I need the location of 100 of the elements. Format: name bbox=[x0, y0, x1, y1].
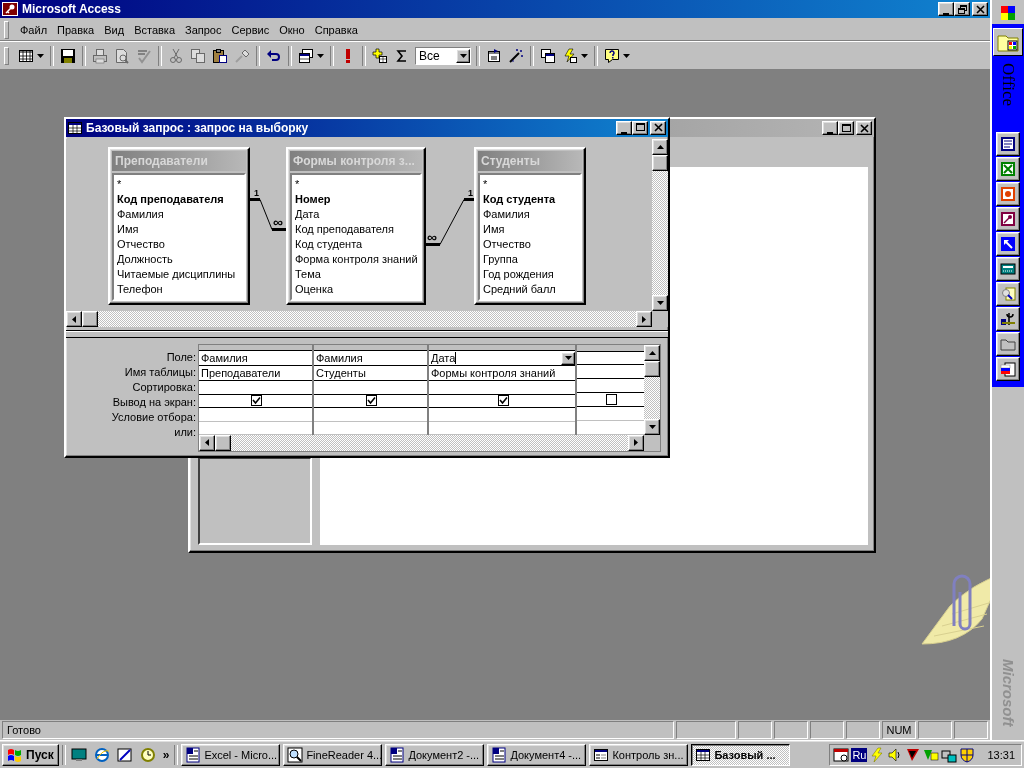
taskbar-button[interactable]: Excel - Micro... bbox=[181, 743, 281, 766]
field-name[interactable]: Код студента bbox=[482, 191, 580, 207]
menu-item[interactable]: Окно bbox=[274, 23, 310, 37]
shortcut-button[interactable] bbox=[996, 307, 1020, 331]
taskbar-button[interactable]: FineReader 4... bbox=[283, 743, 383, 766]
menu-item[interactable]: Вид bbox=[99, 23, 130, 37]
row-label: Поле: bbox=[165, 350, 197, 365]
shortcut-button[interactable] bbox=[996, 132, 1020, 156]
column-selector[interactable] bbox=[314, 345, 427, 352]
antivirus-icon[interactable] bbox=[905, 746, 922, 763]
scroll-up-button[interactable] bbox=[652, 138, 668, 155]
field-name[interactable]: Код преподавателя bbox=[116, 191, 244, 207]
shield-icon[interactable] bbox=[959, 746, 976, 763]
shortcut-button[interactable] bbox=[996, 357, 1020, 381]
menu-item[interactable]: Правка bbox=[52, 23, 100, 37]
start-button[interactable]: Пуск bbox=[2, 743, 59, 766]
grid-cell[interactable]: Преподаватели bbox=[199, 366, 312, 382]
scroll-thumb[interactable] bbox=[82, 311, 98, 328]
scroll-right-button[interactable] bbox=[636, 311, 652, 328]
field-name[interactable]: Отчество bbox=[482, 236, 580, 252]
menu-item[interactable]: Файл bbox=[15, 23, 53, 37]
scroll-down-button[interactable] bbox=[652, 295, 668, 312]
field-name[interactable]: Код студента bbox=[294, 236, 420, 252]
dropdown-button[interactable] bbox=[456, 49, 470, 63]
vertical-scrollbar[interactable] bbox=[652, 138, 668, 312]
shortcut-button[interactable] bbox=[996, 257, 1020, 281]
grid-cell[interactable]: Фамилия bbox=[199, 351, 312, 367]
scroll-left-button[interactable] bbox=[66, 311, 82, 328]
grid-cell[interactable] bbox=[199, 394, 312, 409]
shortcut-button[interactable] bbox=[996, 282, 1020, 306]
field-name[interactable]: Читаемые дисциплины bbox=[116, 266, 244, 282]
field-name[interactable]: Код преподавателя bbox=[294, 221, 420, 237]
field-name[interactable]: Фамилия bbox=[116, 206, 244, 222]
scroll-up-button[interactable] bbox=[644, 345, 660, 361]
field-list-window[interactable]: Студенты * Код студента Фамилия Имя Отчество Группа Год рождения Средний балл bbox=[474, 146, 586, 305]
taskbar-button[interactable]: Документ4 -... bbox=[487, 743, 587, 766]
grid-cell[interactable] bbox=[429, 394, 575, 409]
grid-cell[interactable] bbox=[577, 393, 644, 408]
field-name[interactable]: Имя bbox=[482, 221, 580, 237]
field-name[interactable]: Оценка bbox=[294, 281, 420, 297]
taskbar-button[interactable]: Контроль зн... bbox=[589, 743, 689, 766]
field-name[interactable]: Отчество bbox=[116, 236, 244, 252]
field-name[interactable]: * bbox=[294, 176, 420, 192]
field-name[interactable]: Форма контроля знаний bbox=[294, 251, 420, 267]
shortcut-button[interactable] bbox=[996, 332, 1020, 356]
grid-cell[interactable]: Формы контроля знаний bbox=[429, 366, 575, 382]
shortcut-button[interactable] bbox=[996, 232, 1020, 256]
grid-cell[interactable]: Фамилия bbox=[314, 351, 427, 367]
horizontal-scrollbar[interactable] bbox=[66, 311, 652, 328]
field-name[interactable]: Номер bbox=[294, 191, 420, 207]
checkbox[interactable] bbox=[251, 395, 262, 407]
office-button[interactable] bbox=[993, 28, 1023, 56]
field-name[interactable]: Средний балл bbox=[482, 281, 580, 297]
minimize-button[interactable] bbox=[616, 120, 632, 135]
field-name[interactable]: * bbox=[116, 176, 244, 192]
shortcut-button[interactable] bbox=[996, 207, 1020, 231]
field-name[interactable]: Группа bbox=[482, 251, 580, 267]
field-name[interactable]: * bbox=[482, 176, 580, 192]
column-selector[interactable] bbox=[577, 345, 644, 352]
field-name[interactable]: Дата bbox=[294, 206, 420, 222]
minimize-button[interactable] bbox=[938, 2, 954, 16]
restore-button[interactable] bbox=[954, 2, 970, 16]
field-name[interactable]: Имя bbox=[116, 221, 244, 237]
filter-combo-box[interactable]: Все bbox=[415, 47, 471, 65]
relationship-line[interactable] bbox=[426, 197, 474, 246]
menu-item[interactable]: Вставка bbox=[129, 23, 180, 37]
checkbox[interactable] bbox=[606, 394, 617, 406]
column-selector[interactable] bbox=[199, 345, 312, 352]
checkbox[interactable] bbox=[497, 395, 509, 407]
checkbox[interactable] bbox=[366, 395, 377, 407]
more-button[interactable]: » bbox=[160, 747, 172, 762]
calendar-icon[interactable] bbox=[833, 746, 850, 763]
field-list-window[interactable]: Преподаватели * Код преподавателя Фамилия Имя Отчество Должность Читаемые дисциплины Телефон bbox=[108, 146, 250, 305]
field-name[interactable]: Должность bbox=[116, 251, 244, 267]
field-name[interactable]: Телефон bbox=[116, 281, 244, 297]
menu-item[interactable]: Справка bbox=[309, 23, 363, 37]
field-name[interactable]: Фамилия bbox=[482, 206, 580, 222]
pane-splitter[interactable] bbox=[66, 330, 668, 338]
taskbar-button[interactable]: Базовый ... bbox=[691, 743, 791, 766]
list-box[interactable] bbox=[198, 457, 312, 545]
caret-icon bbox=[564, 356, 572, 361]
vertical-scrollbar[interactable] bbox=[644, 345, 660, 435]
grid-cell[interactable] bbox=[314, 394, 427, 409]
menu-item[interactable]: Сервис bbox=[226, 23, 275, 37]
maximize-button[interactable] bbox=[632, 120, 648, 135]
relationship-line[interactable] bbox=[250, 197, 286, 231]
grid-cell[interactable]: Студенты bbox=[314, 366, 427, 382]
taskbar-button[interactable]: Документ2 -... bbox=[385, 743, 485, 766]
shortcut-button[interactable] bbox=[996, 157, 1020, 181]
scroll-down-button[interactable] bbox=[644, 419, 660, 435]
shortcut-button[interactable] bbox=[996, 182, 1020, 206]
grid-cell[interactable]: Дата bbox=[429, 351, 575, 367]
field-name[interactable]: Год рождения bbox=[482, 266, 580, 282]
field-name[interactable]: Тема bbox=[294, 266, 420, 282]
language-indicator[interactable]: Ru bbox=[851, 747, 868, 762]
close-button[interactable] bbox=[650, 120, 666, 135]
column-selector[interactable] bbox=[429, 345, 575, 352]
dropdown-button[interactable] bbox=[561, 351, 575, 365]
menu-item[interactable]: Запрос bbox=[180, 23, 227, 37]
close-button[interactable] bbox=[972, 2, 988, 16]
